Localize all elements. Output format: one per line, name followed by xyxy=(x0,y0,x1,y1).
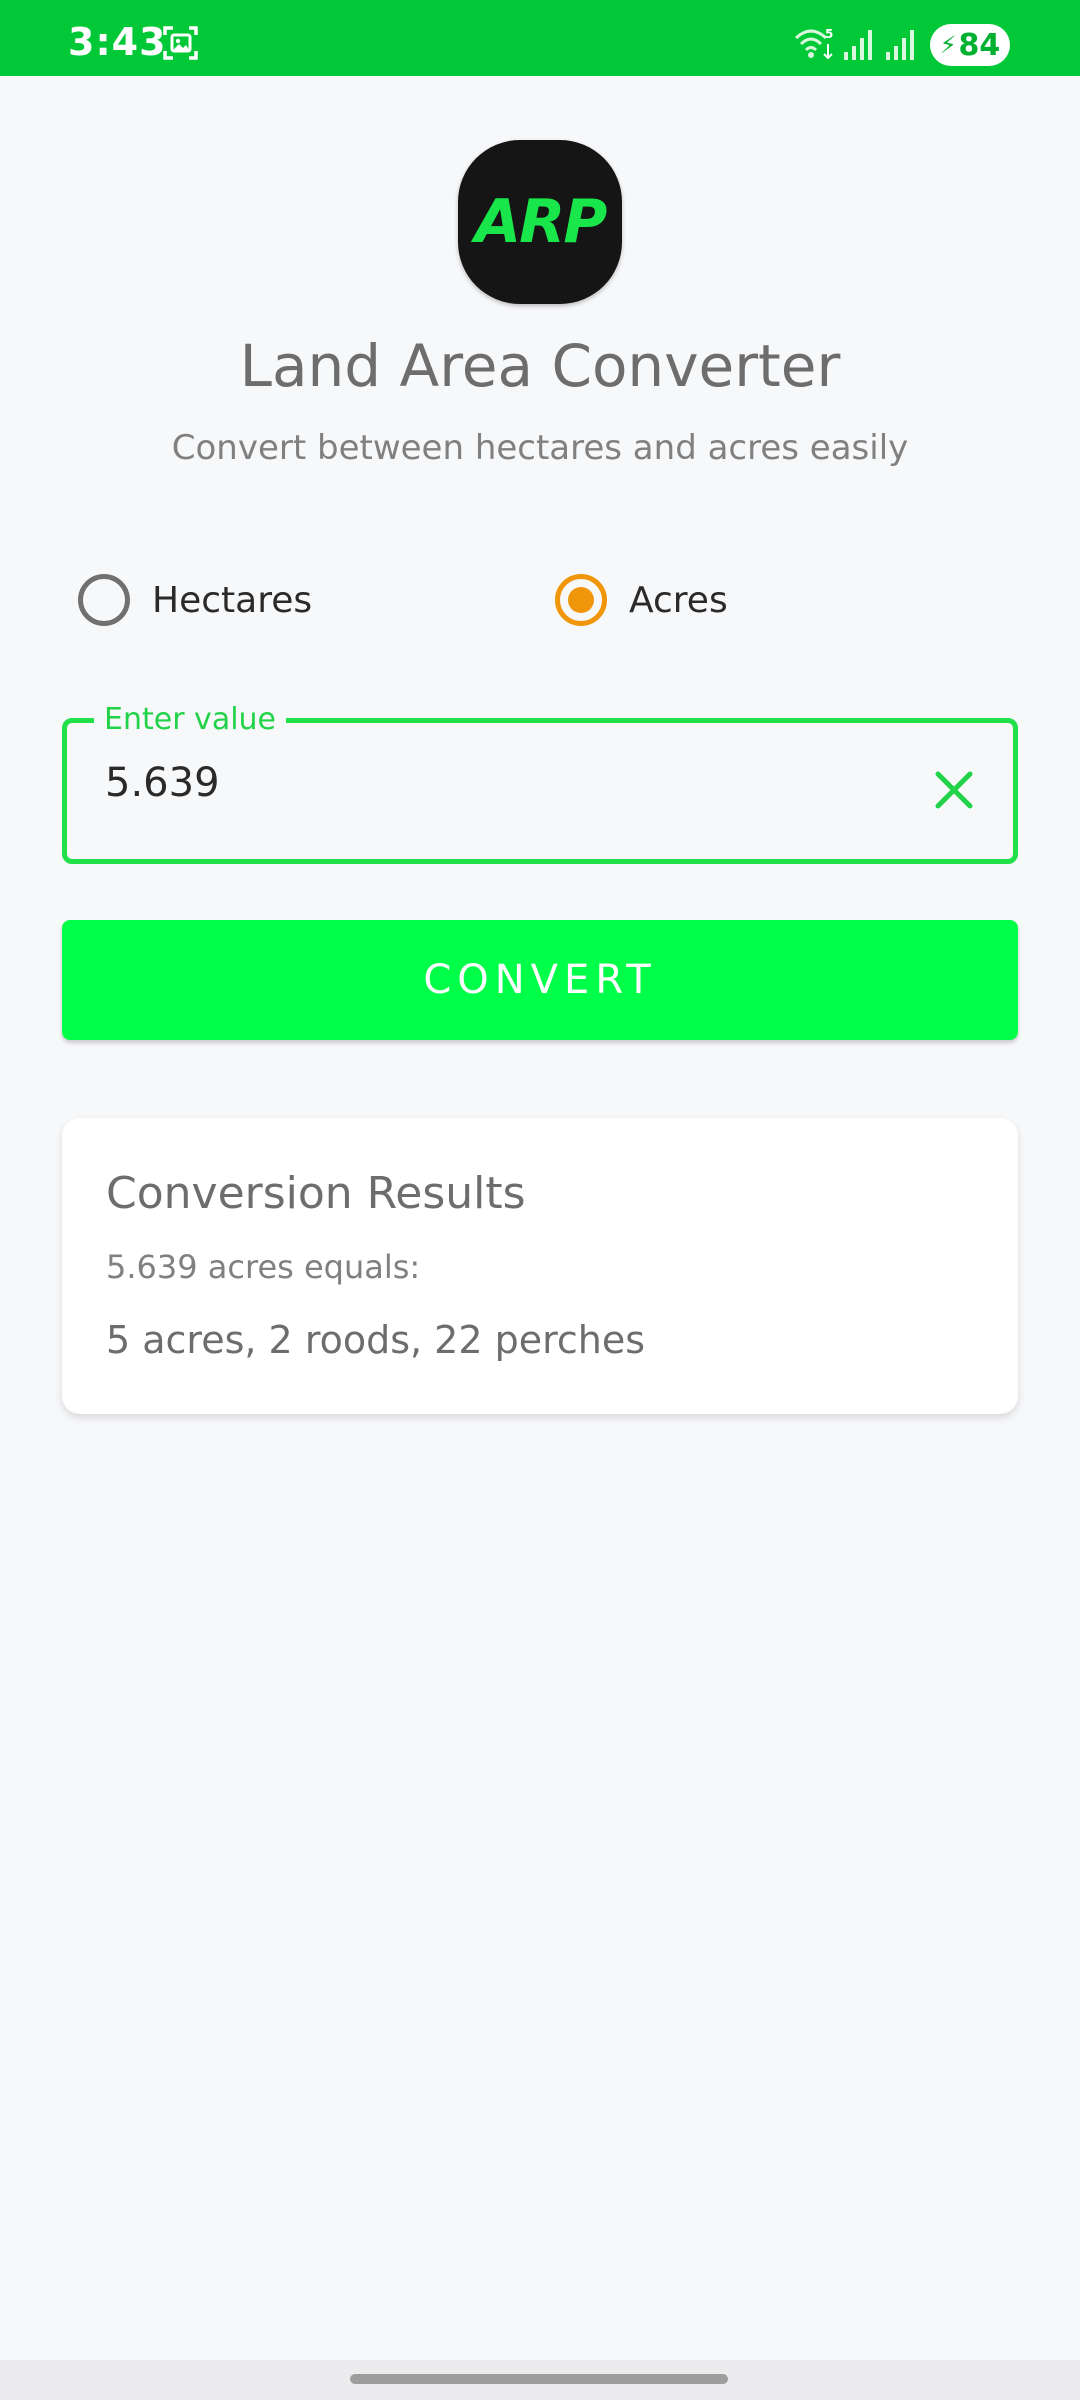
page-subtitle: Convert between hectares and acres easil… xyxy=(171,428,909,468)
convert-button[interactable]: CONVERT xyxy=(62,920,1018,1040)
status-time: 3:43 xyxy=(68,20,167,64)
signal-icon xyxy=(844,30,872,60)
battery-level: 84 xyxy=(958,27,1001,63)
home-indicator[interactable] xyxy=(350,2374,728,2384)
page-title: Land Area Converter xyxy=(239,332,841,400)
radio-acres-label: Acres xyxy=(629,579,728,621)
battery-charging-icon: ⚡ xyxy=(939,31,957,59)
radio-button-unchecked-icon[interactable] xyxy=(78,574,130,626)
radio-hectares-label: Hectares xyxy=(152,579,313,621)
radio-acres[interactable]: Acres xyxy=(555,570,728,630)
results-subtitle: 5.639 acres equals: xyxy=(106,1248,421,1286)
value-input-label: Enter value xyxy=(94,702,287,737)
results-title: Conversion Results xyxy=(106,1168,526,1219)
app-logo-text: ARP xyxy=(474,187,608,257)
signal-icon xyxy=(886,30,914,60)
radio-button-checked-icon[interactable] xyxy=(555,574,607,626)
battery-indicator: ⚡ 84 xyxy=(930,24,1010,66)
screenshot-icon xyxy=(163,26,198,60)
app-logo: ARP xyxy=(458,140,622,304)
value-input[interactable] xyxy=(105,760,885,806)
results-card: Conversion Results 5.639 acres equals: 5… xyxy=(62,1118,1018,1414)
wifi-icon: 5 xyxy=(794,27,833,60)
results-value: 5 acres, 2 roods, 22 perches xyxy=(106,1318,646,1362)
svg-text:5: 5 xyxy=(825,27,833,41)
clear-icon[interactable] xyxy=(930,766,978,814)
status-bar: 3:43 5 ⚡ 84 xyxy=(0,0,1080,76)
radio-hectares[interactable]: Hectares xyxy=(78,570,312,630)
